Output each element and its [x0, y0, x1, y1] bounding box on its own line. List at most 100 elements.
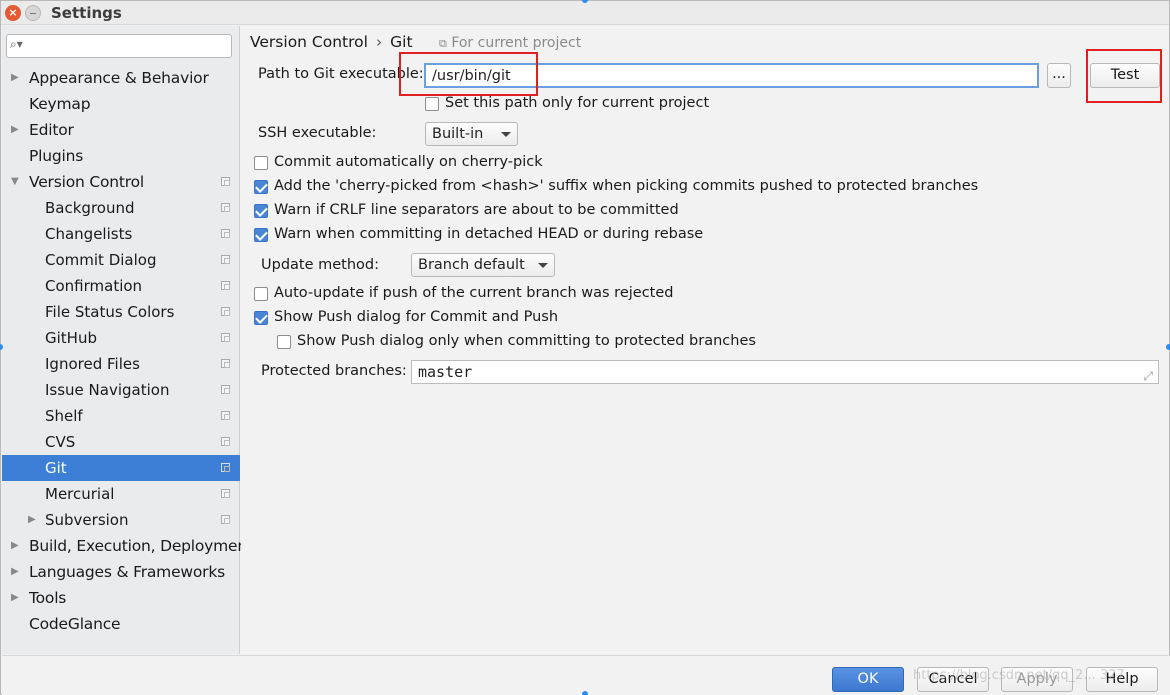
sidebar-item-version-control[interactable]: ▼ Version Control — [2, 169, 240, 195]
project-level-icon — [221, 255, 230, 264]
sidebar-item-label: Editor — [29, 121, 74, 139]
project-level-icon — [221, 437, 230, 446]
sidebar-item-commit-dialog[interactable]: Commit Dialog — [2, 247, 240, 273]
minimize-window-button[interactable] — [25, 5, 41, 21]
sidebar-item-label: Keymap — [29, 95, 91, 113]
sidebar-item-label: File Status Colors — [45, 303, 175, 321]
collapsed-arrow-icon[interactable]: ▶ — [28, 507, 36, 533]
sidebar-item-label: Plugins — [29, 147, 84, 165]
warn-if-crlf-line-separators-are-about-t-checkbox[interactable] — [254, 204, 268, 218]
update-method-value: Branch default — [418, 257, 525, 273]
sidebar-item-changelists[interactable]: Changelists — [2, 221, 240, 247]
ssh-executable-dropdown[interactable]: Built-in — [425, 122, 518, 146]
window-title: Settings — [51, 4, 122, 22]
protected-branches-label: Protected branches: — [261, 363, 407, 379]
option-label: Warn if CRLF line separators are about t… — [274, 202, 679, 218]
collapsed-arrow-icon[interactable]: ▶ — [11, 117, 19, 143]
sidebar-item-cvs[interactable]: CVS — [2, 429, 240, 455]
settings-window: × Settings ⌕▾ ▶ Appearance & Behavior Keym… — [0, 0, 1170, 695]
sidebar-item-git[interactable]: Git — [2, 455, 240, 481]
sidebar-item-label: Shelf — [45, 407, 83, 425]
update-method-dropdown[interactable]: Branch default — [411, 253, 555, 277]
collapsed-arrow-icon[interactable]: ▶ — [11, 533, 19, 559]
project-scope-icon: ⧉ — [439, 37, 447, 50]
project-level-icon — [221, 515, 230, 524]
sidebar-item-mercurial[interactable]: Mercurial — [2, 481, 240, 507]
sidebar-item-label: CodeGlance — [29, 615, 121, 633]
sidebar-item-background[interactable]: Background — [2, 195, 240, 221]
sidebar-item-confirmation[interactable]: Confirmation — [2, 273, 240, 299]
sidebar-item-label: Confirmation — [45, 277, 143, 295]
sidebar-item-build-execution-deployment[interactable]: ▶ Build, Execution, Deployment — [2, 533, 253, 559]
current-project-only-checkbox[interactable] — [425, 97, 439, 111]
collapsed-arrow-icon[interactable]: ▶ — [11, 65, 19, 91]
expand-icon[interactable]: ⤢ — [1143, 365, 1153, 387]
sidebar-item-label: Appearance & Behavior — [29, 69, 209, 87]
project-level-icon — [221, 177, 230, 186]
breadcrumb-current: Git — [390, 33, 413, 51]
for-current-project-note: ⧉ For current project — [439, 35, 581, 51]
sidebar-item-shelf[interactable]: Shelf — [2, 403, 240, 429]
sidebar-item-plugins[interactable]: Plugins — [2, 143, 240, 169]
sidebar-item-appearance-behavior[interactable]: ▶ Appearance & Behavior — [2, 65, 240, 91]
sidebar-item-label: Changelists — [45, 225, 133, 243]
project-level-icon — [221, 203, 230, 212]
sidebar-item-label: Ignored Files — [45, 355, 140, 373]
commit-automatically-on-cherry-pick-checkbox[interactable] — [254, 156, 268, 170]
settings-sidebar: ⌕▾ ▶ Appearance & Behavior Keymap ▶ Editor Pl… — [2, 26, 253, 654]
project-level-icon — [221, 229, 230, 238]
sidebar-item-editor[interactable]: ▶ Editor — [2, 117, 240, 143]
project-level-icon — [221, 333, 230, 342]
ok-button[interactable]: OK — [832, 667, 904, 692]
project-level-icon — [221, 307, 230, 316]
add-the-cherry-picked-from-hash-suffix-w-checkbox[interactable] — [254, 180, 268, 194]
project-level-icon — [221, 359, 230, 368]
sidebar-item-label: Issue Navigation — [45, 381, 170, 399]
sidebar-item-subversion[interactable]: ▶ Subversion — [2, 507, 240, 533]
sidebar-item-keymap[interactable]: Keymap — [2, 91, 240, 117]
git-settings-panel: Version Control › Git ⧉ For current projec… — [241, 26, 1169, 654]
close-window-button[interactable]: × — [5, 5, 21, 21]
sidebar-item-label: Background — [45, 199, 135, 217]
collapsed-arrow-icon[interactable]: ▶ — [11, 559, 19, 585]
ssh-executable-label: SSH executable: — [258, 125, 377, 141]
settings-search-input[interactable]: ⌕▾ — [6, 34, 232, 58]
sidebar-item-label: Build, Execution, Deployment — [29, 537, 253, 555]
sidebar-item-label: Git — [45, 459, 67, 477]
update-method-label: Update method: — [261, 257, 380, 273]
collapsed-arrow-icon[interactable]: ▶ — [11, 585, 19, 611]
sidebar-item-label: Commit Dialog — [45, 251, 157, 269]
resize-handle-bottom[interactable] — [582, 691, 588, 695]
show-push-dialog-only-when-committing-to-checkbox[interactable] — [277, 335, 291, 349]
option-label: Add the 'cherry-picked from <hash>' suff… — [274, 178, 979, 194]
browse-git-path-button[interactable]: ... — [1047, 63, 1071, 88]
project-level-icon — [221, 463, 230, 472]
protected-branches-input[interactable]: master ⤢ — [411, 360, 1159, 384]
sidebar-item-codeglance[interactable]: CodeGlance — [2, 611, 240, 637]
sidebar-item-languages-frameworks[interactable]: ▶ Languages & Frameworks — [2, 559, 240, 585]
sidebar-item-label: Version Control — [29, 173, 144, 191]
option-label: Commit automatically on cherry-pick — [274, 154, 543, 170]
ssh-executable-value: Built-in — [432, 126, 484, 142]
auto-update-if-push-of-the-current-branc-checkbox[interactable] — [254, 287, 268, 301]
warn-when-committing-in-detached-head-or-checkbox[interactable] — [254, 228, 268, 242]
breadcrumb-parent[interactable]: Version Control — [250, 33, 368, 51]
sidebar-item-label: Tools — [29, 589, 67, 607]
sidebar-item-issue-navigation[interactable]: Issue Navigation — [2, 377, 240, 403]
sidebar-item-file-status-colors[interactable]: File Status Colors — [2, 299, 240, 325]
watermark: https://blog.csdn.net/qq_2... 327 — [913, 668, 1125, 683]
sidebar-item-ignored-files[interactable]: Ignored Files — [2, 351, 240, 377]
protected-branches-value: master — [418, 363, 473, 381]
for-current-project-label: For current project — [451, 35, 582, 51]
show-push-dialog-for-commit-and-push-checkbox[interactable] — [254, 311, 268, 325]
sidebar-item-github[interactable]: GitHub — [2, 325, 240, 351]
sidebar-item-label: Subversion — [45, 511, 129, 529]
option-label: Auto-update if push of the current branc… — [274, 285, 674, 301]
sidebar-item-tools[interactable]: ▶ Tools — [2, 585, 240, 611]
highlight-box-path — [399, 52, 538, 96]
search-icon: ⌕▾ — [10, 37, 23, 51]
highlight-box-test — [1086, 49, 1162, 103]
expanded-arrow-icon[interactable]: ▼ — [11, 169, 19, 195]
resize-handle-right[interactable] — [1166, 344, 1170, 350]
project-level-icon — [221, 411, 230, 420]
